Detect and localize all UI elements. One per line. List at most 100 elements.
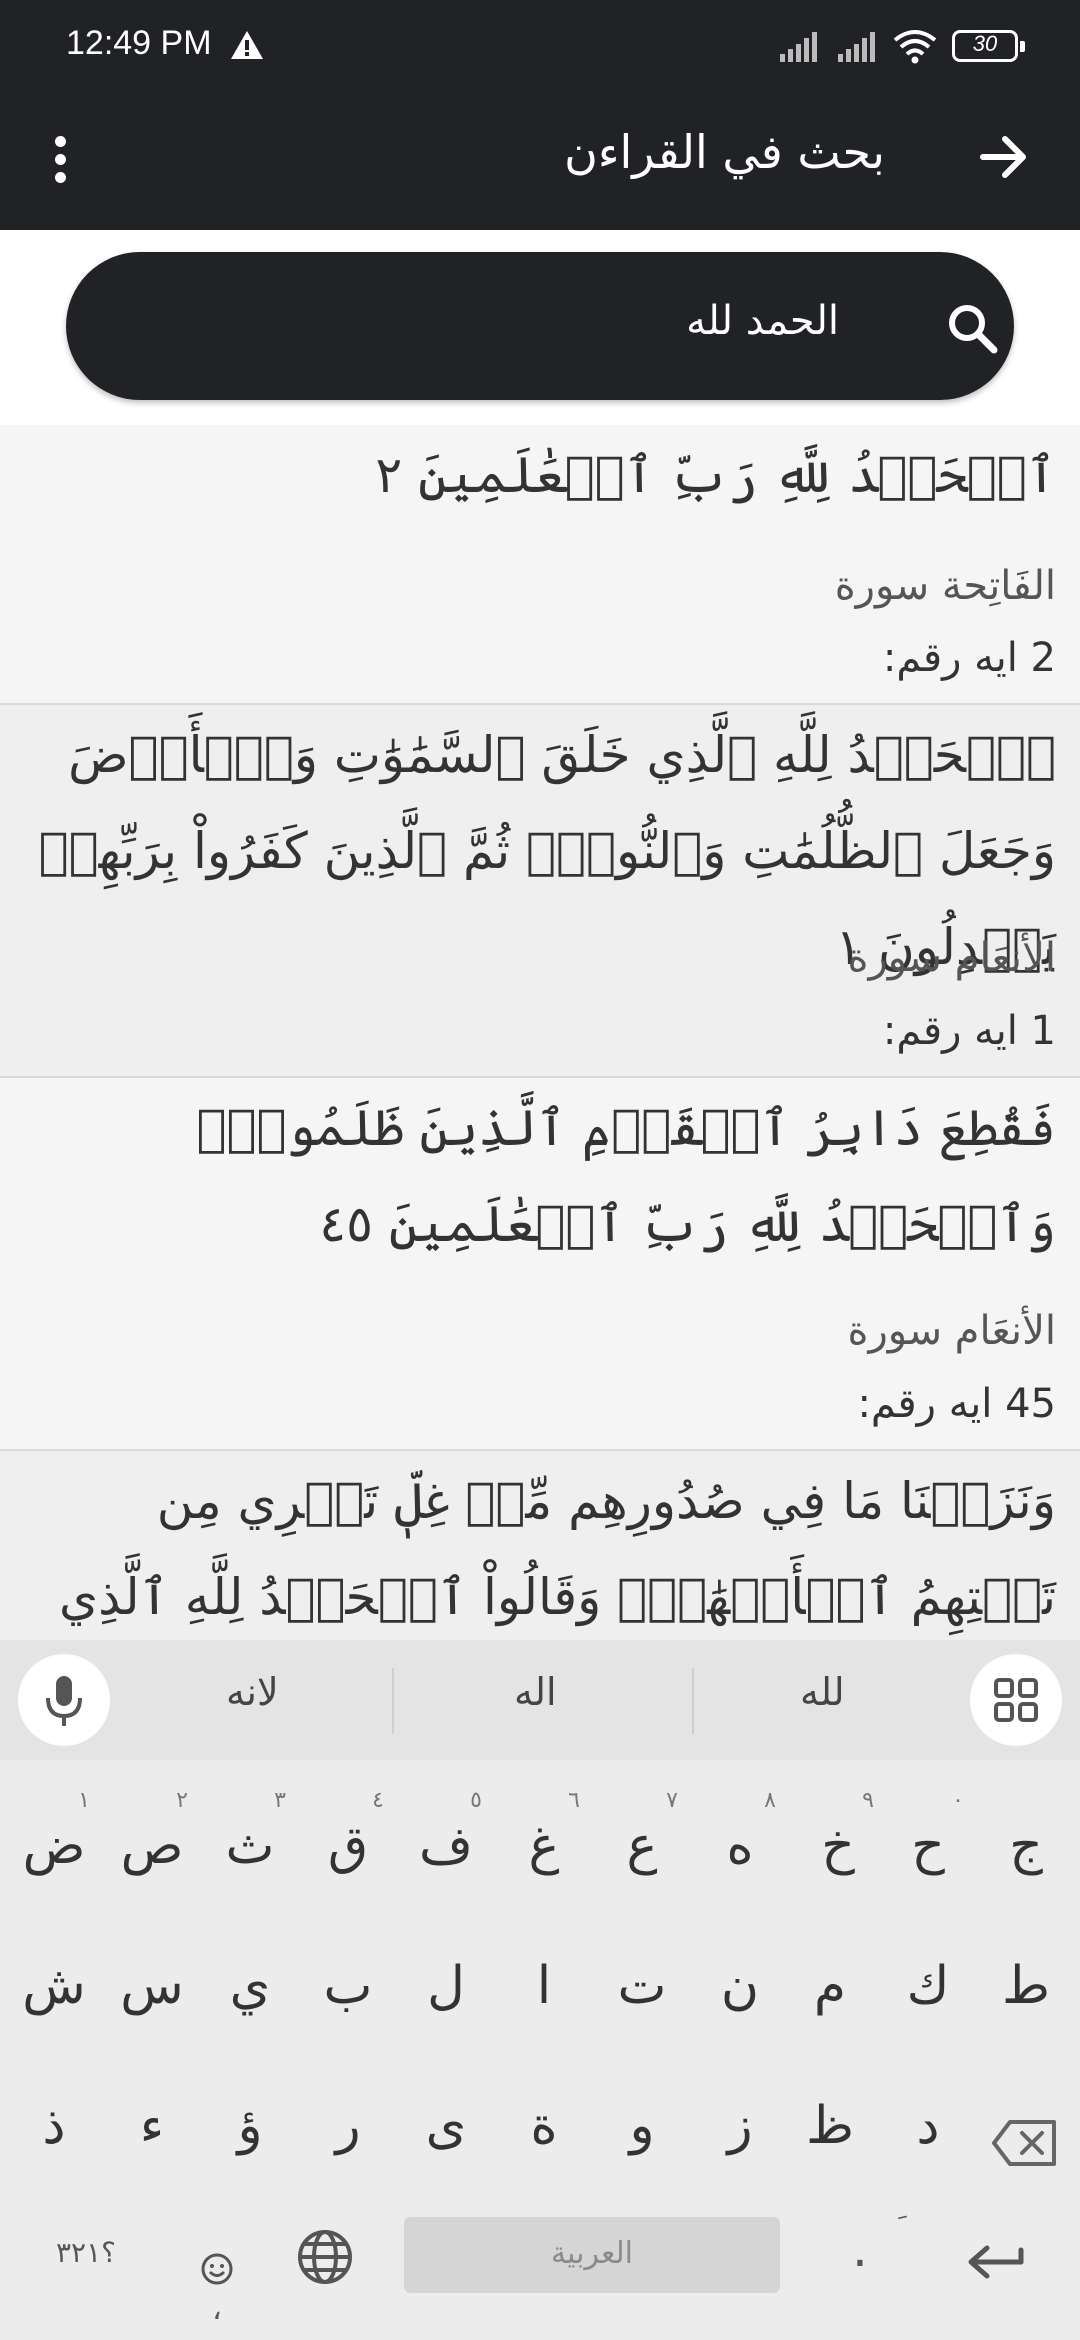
key[interactable]: م (780, 1930, 880, 2050)
key[interactable]: ك (878, 1930, 978, 2050)
key-hint: ٢ (176, 1788, 188, 1813)
key-label: ط (1001, 1956, 1051, 2016)
key[interactable]: ٢ص (102, 1788, 202, 1910)
list-item[interactable]: فَقُطِعَ دَابِرُ ٱلۡقَوۡمِ ٱلَّذِينَ ظَل… (0, 1078, 1080, 1451)
results-list: ٱلۡحَمۡدُ لِلَّهِ رَبِّ ٱلۡعَٰلَمِينَ ٢ … (0, 425, 1080, 1640)
key-label: ج (1009, 1816, 1043, 1876)
key[interactable]: د (878, 2070, 978, 2190)
period-hint: ِ (875, 2188, 915, 2223)
status-bar: 12:49 PM 30 (0, 0, 1080, 95)
key-label: س (120, 1956, 184, 2016)
key-label: ك (906, 1956, 950, 2016)
key[interactable]: ؤ (200, 2070, 300, 2190)
signal-icon (838, 32, 875, 62)
signal-icon (780, 32, 817, 62)
backspace-icon[interactable] (990, 2118, 1060, 2168)
key[interactable]: ى (396, 2070, 496, 2190)
key-hint: ٦ (568, 1788, 580, 1813)
surah-name: الفَاتِحة سورة (834, 563, 1056, 609)
search-query[interactable]: الحمد لله (686, 298, 839, 344)
comma-key[interactable]: ، (197, 2292, 237, 2327)
key-label: ة (530, 2096, 558, 2156)
key[interactable]: ي (200, 1930, 300, 2050)
key[interactable]: ب (298, 1930, 398, 2050)
key[interactable]: ء (102, 2070, 202, 2190)
key[interactable]: ط (976, 1930, 1076, 2050)
enter-icon[interactable] (965, 2240, 1027, 2284)
arrow-icon[interactable] (975, 127, 1035, 187)
key[interactable]: ز (690, 2070, 790, 2190)
key-label: ن (720, 1956, 760, 2016)
key[interactable]: ش (4, 1930, 104, 2050)
key-hint: ٧ (666, 1788, 678, 1813)
key[interactable]: ن (690, 1930, 790, 2050)
key-hint: ١ (78, 1788, 90, 1813)
suggestion-item[interactable]: لانه (226, 1670, 279, 1714)
key-label: ز (727, 2096, 753, 2156)
key[interactable]: ٩خ (788, 1788, 888, 1910)
key-hint: ٥ (470, 1788, 482, 1813)
surah-name: الأنعَام سورة (847, 1308, 1056, 1354)
suggestion-item[interactable]: لله (800, 1670, 845, 1714)
key-hint: ٠ (952, 1788, 964, 1813)
key-label: ذ (42, 2096, 66, 2156)
key[interactable]: ة (494, 2070, 594, 2190)
key[interactable]: ل (396, 1930, 496, 2050)
key[interactable]: ت (592, 1930, 692, 2050)
key[interactable]: و (592, 2070, 692, 2190)
period-key[interactable]: . (840, 2220, 880, 2278)
key-label: ؤ (237, 2096, 263, 2156)
key[interactable]: ٨ه (690, 1788, 790, 1910)
key-hint: ٩ (862, 1788, 874, 1813)
mic-button[interactable] (18, 1654, 110, 1746)
key[interactable]: ٦غ (494, 1788, 594, 1910)
key[interactable]: ٤ق (298, 1788, 398, 1910)
suggestion-item[interactable]: اله (514, 1670, 557, 1714)
key[interactable]: ٠ح (878, 1788, 978, 1910)
key-hint: ٨ (764, 1788, 776, 1813)
list-item[interactable]: ٱلۡحَمۡدُ لِلَّهِ رَبِّ ٱلۡعَٰلَمِينَ ٢ … (0, 425, 1080, 705)
numbers-key[interactable]: ؟٣٢١ (36, 2236, 136, 2269)
key-label: ق (327, 1816, 369, 1876)
space-key[interactable]: العربية (404, 2217, 780, 2293)
key[interactable]: ١ض (4, 1788, 104, 1910)
key-label: ر (335, 2096, 361, 2156)
search-icon[interactable] (946, 302, 998, 354)
key[interactable]: ذ (4, 2070, 104, 2190)
keyboard: لانه اله لله ١ض ٢ص ٣ث ٤ق ٥ف ٦غ ٧ع ٨ه ٩خ … (0, 1640, 1080, 2340)
key-label: ش (22, 1956, 86, 2016)
surah-name: الأنعَام سورة (847, 935, 1056, 981)
status-time: 12:49 PM (66, 24, 212, 62)
search-area: الحمد لله (0, 230, 1080, 425)
list-item[interactable]: ٱلۡحَمۡدُ لِلَّهِ ٱلَّذِي خَلَقَ ٱلسَّمَ… (0, 705, 1080, 1078)
key[interactable]: ٧ع (592, 1788, 692, 1910)
mic-icon (46, 1676, 82, 1726)
key[interactable]: ظ (780, 2070, 880, 2190)
globe-icon[interactable] (296, 2228, 354, 2286)
verse-text: فَقُطِعَ دَابِرُ ٱلۡقَوۡمِ ٱلَّذِينَ ظَل… (196, 1099, 1056, 1253)
key[interactable]: ٥ف (396, 1788, 496, 1910)
key-label: ه (726, 1816, 754, 1876)
page-title: بحث في القراءن (564, 125, 885, 179)
key[interactable]: ا (494, 1930, 594, 2050)
aya-number: 45 ايه رقم: (857, 1381, 1056, 1427)
key-label: ح (911, 1816, 945, 1876)
key-label: ي (229, 1956, 271, 2016)
key-label: م (813, 1956, 847, 2016)
key-hint: ٣ (274, 1788, 286, 1813)
list-item[interactable]: وَنَزَعۡنَا مَا فِي صُدُورِهِم مِّنۡ غِل… (0, 1451, 1080, 1640)
battery-level: 30 (972, 31, 998, 56)
apps-grid-button[interactable] (970, 1654, 1062, 1746)
key[interactable]: ٣ث (200, 1788, 300, 1910)
key-label: ض (22, 1816, 86, 1876)
key-label: ء (139, 2096, 165, 2156)
key[interactable]: ج (976, 1790, 1076, 1910)
more-vert-icon[interactable] (40, 130, 80, 194)
key-label: غ (528, 1816, 560, 1876)
search-input[interactable]: الحمد لله (66, 252, 1014, 400)
key[interactable]: ر (298, 2070, 398, 2190)
emoji-icon[interactable] (200, 2252, 234, 2286)
aya-number: 2 ايه رقم: (882, 635, 1056, 681)
key-label: ا (536, 1956, 552, 2016)
key[interactable]: س (102, 1930, 202, 2050)
